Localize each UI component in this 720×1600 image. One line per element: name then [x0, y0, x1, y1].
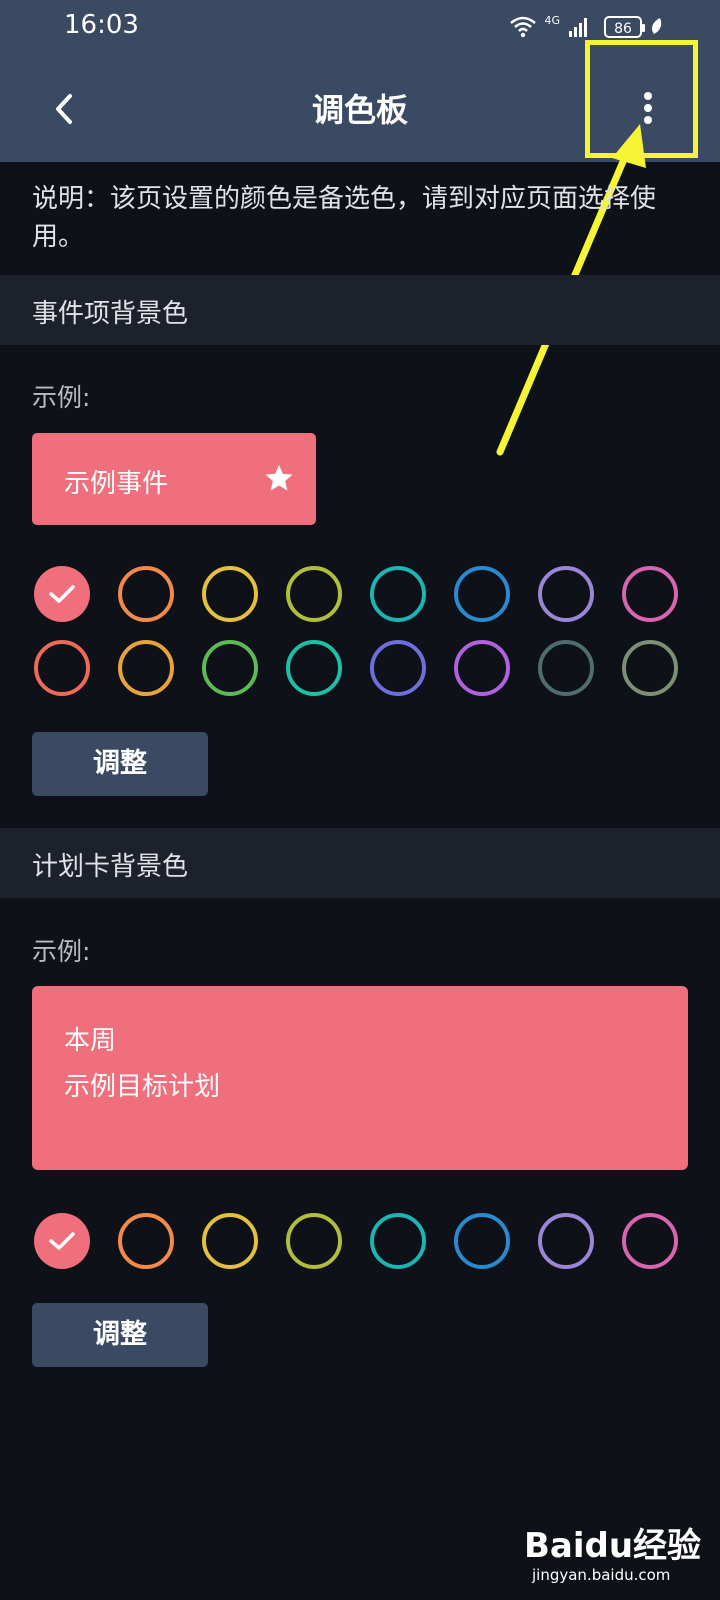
event-section-title: 事件项背景色	[32, 299, 189, 329]
event-color-swatch[interactable]	[370, 640, 426, 696]
baidu-watermark: Baidu经验 jingyan.baidu.com	[524, 1518, 701, 1588]
event-color-swatch[interactable]	[286, 566, 342, 622]
plan-color-swatch[interactable]	[538, 1213, 594, 1269]
checkmark-icon	[49, 1232, 75, 1250]
wifi-icon	[510, 16, 537, 38]
event-adjust-button[interactable]: 调整	[32, 732, 208, 796]
sample-plan-name: 示例目标计划	[64, 1072, 221, 1102]
plan-color-swatch[interactable]	[34, 1213, 90, 1269]
star-icon	[265, 464, 293, 491]
plan-color-swatch[interactable]	[286, 1213, 342, 1269]
event-color-swatch[interactable]	[34, 640, 90, 696]
event-color-swatch[interactable]	[538, 566, 594, 622]
event-color-swatch[interactable]	[622, 566, 678, 622]
watermark-brand: Baidu经验	[524, 1526, 702, 1566]
event-example-label: 示例:	[32, 383, 91, 412]
sample-plan-period: 本周	[64, 1026, 117, 1056]
network-type: 4G	[544, 14, 560, 27]
plan-section-title: 计划卡背景色	[32, 852, 189, 882]
notice-text: 说明：该页设置的颜色是备选色，请到对应页面选择使用。	[32, 184, 657, 252]
sample-event-card: 示例事件	[32, 433, 316, 525]
watermark-url: jingyan.baidu.com	[532, 1566, 671, 1584]
event-color-swatch[interactable]	[286, 640, 342, 696]
plan-example-label: 示例:	[32, 937, 91, 966]
event-color-swatch[interactable]	[34, 566, 90, 622]
sample-event-text: 示例事件	[64, 469, 169, 499]
plan-color-swatch[interactable]	[454, 1213, 510, 1269]
plan-section-header: 计划卡背景色	[0, 828, 720, 898]
event-color-swatch[interactable]	[118, 640, 174, 696]
event-color-swatch[interactable]	[202, 566, 258, 622]
event-color-swatch[interactable]	[538, 640, 594, 696]
checkmark-icon	[49, 585, 75, 603]
sample-plan-card: 本周 示例目标计划	[32, 986, 688, 1170]
status-icons: 4G 86	[510, 12, 664, 42]
event-section-header: 事件项背景色	[0, 275, 720, 345]
signal-icon	[569, 18, 587, 37]
plan-color-swatch[interactable]	[202, 1213, 258, 1269]
leaf-icon	[652, 18, 662, 34]
plan-color-swatch[interactable]	[622, 1213, 678, 1269]
plan-color-swatch[interactable]	[118, 1213, 174, 1269]
event-color-swatch[interactable]	[454, 640, 510, 696]
event-color-swatch[interactable]	[202, 640, 258, 696]
event-color-swatch[interactable]	[118, 566, 174, 622]
event-color-swatch[interactable]	[622, 640, 678, 696]
event-color-swatch[interactable]	[370, 566, 426, 622]
event-color-swatch[interactable]	[454, 566, 510, 622]
plan-adjust-button[interactable]: 调整	[32, 1303, 208, 1367]
status-time: 16:03	[64, 10, 139, 40]
battery-indicator: 86	[604, 16, 645, 38]
plan-color-swatch[interactable]	[370, 1213, 426, 1269]
